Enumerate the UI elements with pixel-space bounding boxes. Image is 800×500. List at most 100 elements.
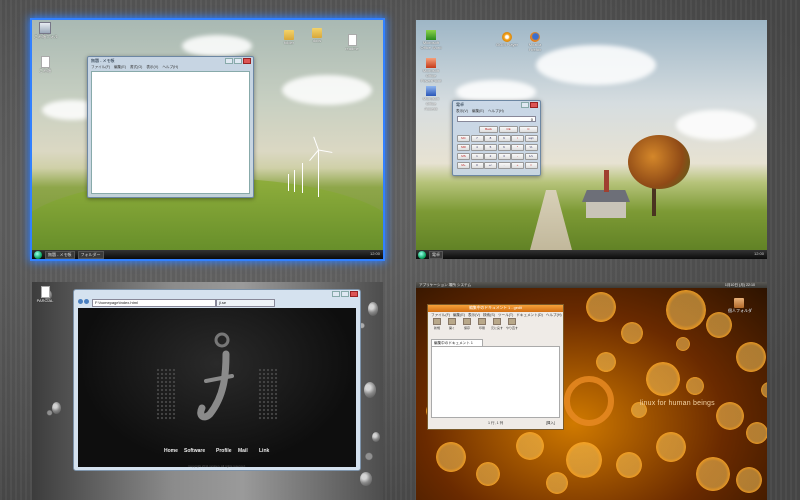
browser-tab[interactable]: jl.se xyxy=(216,299,275,307)
calc-key[interactable]: * xyxy=(511,144,524,151)
text-editor-area[interactable] xyxy=(431,346,560,418)
ubuntu-logo xyxy=(564,376,614,426)
file-icon xyxy=(40,286,50,298)
calc-key[interactable]: . xyxy=(497,162,511,169)
bokeh-circle xyxy=(736,342,766,372)
bokeh-circle xyxy=(596,352,616,372)
desktop-icon-word[interactable]: Microsoft Office Word xyxy=(420,30,442,50)
nav-mail[interactable]: Mail xyxy=(238,448,248,454)
calc-key[interactable]: MC xyxy=(457,135,470,142)
calc-key[interactable]: 4 xyxy=(470,144,484,151)
calc-key[interactable]: % xyxy=(524,144,538,151)
notepad-text-area[interactable] xyxy=(91,71,250,194)
menu-view[interactable]: 表示(V) xyxy=(456,108,468,114)
close-button[interactable] xyxy=(243,58,251,64)
close-button[interactable] xyxy=(530,102,538,108)
calc-key[interactable]: 8 xyxy=(484,135,497,142)
bokeh-circle xyxy=(586,292,616,322)
calc-key[interactable]: 6 xyxy=(497,144,511,151)
nav-profile[interactable]: Profile xyxy=(216,448,232,454)
save-button[interactable]: 保存 xyxy=(461,318,473,330)
nav-home[interactable]: Home xyxy=(164,448,178,454)
calc-key[interactable]: - xyxy=(511,153,524,160)
notepad-window[interactable]: 無題 - メモ帳 ファイル(F) 編集(E) 書式(O) 表示(V) ヘルプ(H… xyxy=(87,56,254,198)
desktop-icon-folder[interactable]: folder xyxy=(278,30,300,45)
taskbar-item[interactable]: 電卓 xyxy=(429,250,443,259)
calc-key[interactable]: 5 xyxy=(484,144,497,151)
calc-key[interactable]: C xyxy=(519,126,538,133)
water-drop xyxy=(364,382,376,398)
menu-file[interactable]: ファイル(F) xyxy=(91,64,110,70)
open-button[interactable]: 開く xyxy=(446,318,458,330)
workspace-2[interactable]: Microsoft Office Word Microsoft Office P… xyxy=(416,20,767,259)
bokeh-circle xyxy=(656,432,686,462)
calculator-window[interactable]: 電卓 表示(V) 編集(E) ヘルプ(H) 0 Back CE C MC 7 8 9/sqr… xyxy=(452,100,541,176)
bokeh-circle xyxy=(716,402,744,430)
minimize-button[interactable] xyxy=(225,58,233,64)
workspace-1[interactable]: ごみ箱フォル ごみ箱 folder docs readme 無題 - メモ帳 フ… xyxy=(32,20,383,259)
close-button[interactable] xyxy=(350,291,358,297)
minimize-button[interactable] xyxy=(521,102,529,108)
desktop-icon-powerpoint[interactable]: Microsoft Office PowerPoint xyxy=(420,58,442,83)
taskbar-item[interactable]: 無題 - メモ帳 xyxy=(45,250,75,259)
redo-button[interactable]: やり直す xyxy=(506,318,518,330)
calc-key[interactable]: 2 xyxy=(484,153,497,160)
browser-window[interactable]: F:\homepage\index.html jl.se Home Softwa… xyxy=(73,289,361,471)
back-icon[interactable] xyxy=(78,299,83,304)
menu-help[interactable]: ヘルプ(H) xyxy=(546,312,562,318)
menu-documents[interactable]: ドキュメント(D) xyxy=(516,312,543,318)
maximize-button[interactable] xyxy=(341,291,349,297)
menu-edit[interactable]: 編集(E) xyxy=(114,64,126,70)
desktop-icon-parcial[interactable]: PARCIAL xyxy=(34,286,56,303)
calc-key[interactable]: = xyxy=(524,162,538,169)
menu-edit[interactable]: 編集(E) xyxy=(472,108,484,114)
calc-key[interactable]: M+ xyxy=(457,162,470,169)
calc-key[interactable]: +/- xyxy=(484,162,497,169)
minimize-button[interactable] xyxy=(332,291,340,297)
nav-link[interactable]: Link xyxy=(259,448,269,454)
calc-key[interactable]: MS xyxy=(457,153,470,160)
desktop-icon-docs[interactable]: docs xyxy=(306,28,328,43)
calc-key[interactable]: Back xyxy=(479,126,498,133)
workspace-4[interactable]: linux for human beings アプリケーション 場所 システム … xyxy=(416,282,767,500)
desktop-icon-access[interactable]: Microsoft Office Access xyxy=(420,86,442,111)
desktop-icon-home[interactable]: 個人フォルダ xyxy=(728,298,752,313)
calc-key[interactable]: 1/x xyxy=(524,153,538,160)
maximize-button[interactable] xyxy=(234,58,242,64)
start-button[interactable] xyxy=(34,250,42,259)
nav-software[interactable]: Software xyxy=(184,448,205,454)
menu-help[interactable]: ヘルプ(H) xyxy=(488,108,504,114)
desktop-icon-recycle-bin[interactable]: ごみ箱 xyxy=(34,56,56,73)
calc-key[interactable]: CE xyxy=(499,126,518,133)
bokeh-circle xyxy=(676,337,690,351)
desktop-icon-firefox[interactable]: Mozilla Firefox xyxy=(524,32,546,52)
address-bar[interactable]: F:\homepage\index.html xyxy=(92,299,216,307)
calc-key[interactable]: 9 xyxy=(497,135,511,142)
cottage xyxy=(586,200,626,218)
menu-view[interactable]: 表示(V) xyxy=(146,64,158,70)
desktop-icon-gom-player[interactable]: GOM Player xyxy=(496,32,518,47)
calc-key[interactable]: 1 xyxy=(470,153,484,160)
calc-key[interactable]: sqrt xyxy=(524,135,538,142)
menu-help[interactable]: ヘルプ(H) xyxy=(162,64,178,70)
gedit-window[interactable]: 編集中のドキュメント 1 - gedit ファイル(F) 編集(E) 表示(V)… xyxy=(427,304,564,430)
calc-key[interactable]: / xyxy=(511,135,524,142)
home-folder-icon xyxy=(734,298,744,308)
calc-key[interactable]: + xyxy=(511,162,524,169)
desktop-icon-readme[interactable]: readme xyxy=(341,34,363,51)
menu-format[interactable]: 書式(O) xyxy=(130,64,142,70)
panel-menus[interactable]: アプリケーション 場所 システム xyxy=(419,283,471,287)
workspace-3[interactable]: PARCIAL F:\homepage\index.html jl.se Hom… xyxy=(32,282,383,500)
calc-key[interactable]: 7 xyxy=(470,135,484,142)
calc-key[interactable]: 3 xyxy=(497,153,511,160)
start-button[interactable] xyxy=(418,250,426,259)
calc-key[interactable]: MR xyxy=(457,144,470,151)
print-button[interactable]: 印刷 xyxy=(476,318,488,330)
taskbar-item[interactable]: フォルダー xyxy=(77,250,104,259)
forward-icon[interactable] xyxy=(84,299,89,304)
water-drop xyxy=(368,302,378,316)
new-button[interactable]: 新規 xyxy=(431,318,443,330)
calc-key[interactable]: 0 xyxy=(470,162,484,169)
desktop-icon-computer[interactable]: ごみ箱フォル xyxy=(34,22,58,39)
undo-button[interactable]: 元に戻す xyxy=(491,318,503,330)
